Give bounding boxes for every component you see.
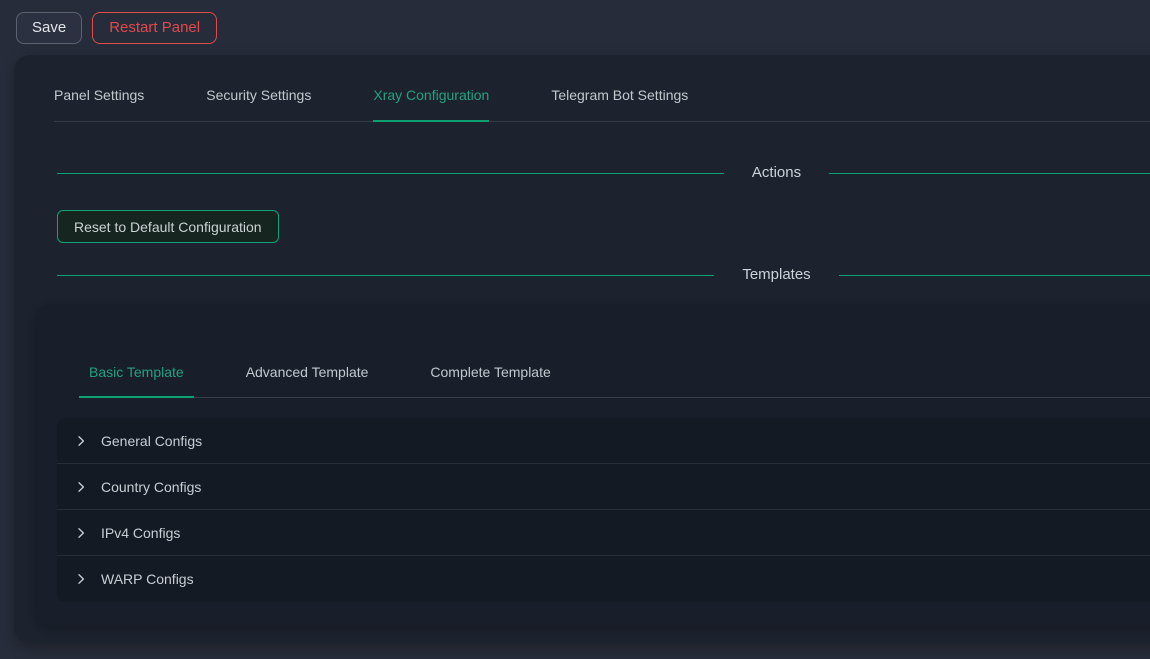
chevron-right-icon — [75, 573, 87, 585]
templates-divider-label: Templates — [742, 264, 810, 286]
settings-tab-bar: Panel Settings Security Settings Xray Co… — [54, 55, 1150, 122]
tab-complete-template[interactable]: Complete Template — [420, 362, 560, 397]
collapse-general-configs[interactable]: General Configs — [57, 418, 1150, 464]
chevron-right-icon — [75, 527, 87, 539]
templates-divider: Templates — [14, 264, 1150, 286]
chevron-right-icon — [75, 435, 87, 447]
config-collapse-list: General Configs Country Configs IPv4 Con… — [57, 418, 1150, 602]
divider-line — [57, 275, 714, 276]
divider-line — [829, 173, 1150, 174]
chevron-right-icon — [75, 481, 87, 493]
reset-to-default-button[interactable]: Reset to Default Configuration — [57, 210, 279, 243]
collapse-country-configs[interactable]: Country Configs — [57, 464, 1150, 510]
tab-advanced-template[interactable]: Advanced Template — [236, 362, 379, 397]
collapse-label: WARP Configs — [101, 571, 194, 587]
collapse-label: Country Configs — [101, 479, 201, 495]
save-button[interactable]: Save — [16, 12, 82, 44]
divider-line — [57, 173, 724, 174]
collapse-label: General Configs — [101, 433, 202, 449]
actions-divider: Actions — [14, 162, 1150, 184]
collapse-label: IPv4 Configs — [101, 525, 180, 541]
tab-security-settings[interactable]: Security Settings — [206, 85, 311, 121]
template-tab-bar: Basic Template Advanced Template Complet… — [79, 304, 1150, 398]
tab-xray-configuration[interactable]: Xray Configuration — [373, 85, 489, 122]
settings-card: Panel Settings Security Settings Xray Co… — [14, 55, 1150, 643]
tab-panel-settings[interactable]: Panel Settings — [54, 85, 144, 121]
tab-basic-template[interactable]: Basic Template — [79, 362, 194, 398]
templates-card: Basic Template Advanced Template Complet… — [36, 304, 1150, 626]
restart-panel-button[interactable]: Restart Panel — [92, 12, 217, 44]
collapse-ipv4-configs[interactable]: IPv4 Configs — [57, 510, 1150, 556]
tab-telegram-bot-settings[interactable]: Telegram Bot Settings — [551, 85, 688, 121]
topbar: Save Restart Panel — [0, 0, 1150, 55]
divider-line — [839, 275, 1150, 276]
collapse-warp-configs[interactable]: WARP Configs — [57, 556, 1150, 602]
actions-divider-label: Actions — [752, 162, 801, 184]
